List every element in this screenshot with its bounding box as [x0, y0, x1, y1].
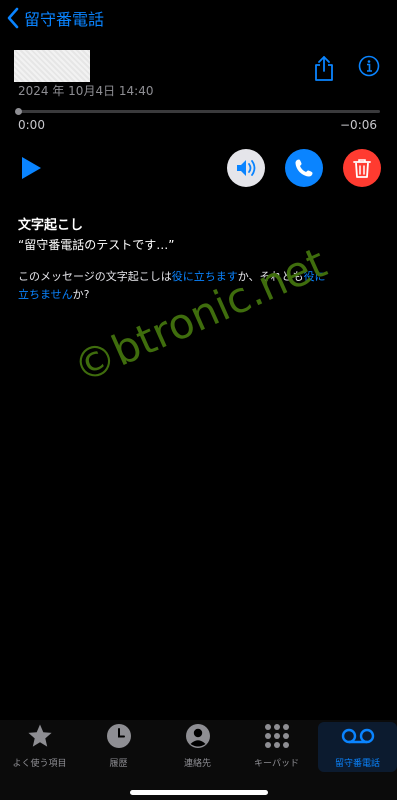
voicemail-icon — [341, 728, 374, 744]
elapsed-time: 0:00 — [18, 118, 45, 132]
tab-voicemail-label: 留守番電話 — [334, 759, 380, 769]
person-circle-icon — [185, 724, 210, 748]
feedback-prefix: このメッセージの文字起こしは — [18, 270, 172, 283]
tab-favorites-label: よく使う項目 — [12, 759, 67, 769]
chevron-left-icon — [7, 7, 19, 29]
voicemail-datetime: 2024 年 10月4日 14:40 — [18, 84, 154, 98]
back-button[interactable]: 留守番電話 — [6, 6, 104, 30]
play-icon — [22, 157, 41, 179]
tab-contacts-label: 連絡先 — [183, 759, 211, 769]
trash-icon — [353, 159, 371, 178]
home-indicator — [130, 790, 268, 795]
tab-keypad[interactable]: キーパッド — [237, 722, 316, 772]
info-icon[interactable] — [358, 55, 380, 77]
clock-icon — [106, 724, 131, 748]
delete-button[interactable] — [343, 149, 381, 187]
tab-voicemail[interactable]: 留守番電話 — [318, 722, 397, 772]
play-button[interactable] — [20, 156, 42, 180]
feedback-suffix: か? — [72, 288, 90, 301]
back-label: 留守番電話 — [24, 10, 105, 29]
speaker-icon — [237, 160, 256, 176]
transcript-title: 文字起こし — [18, 218, 84, 233]
tab-recents[interactable]: 履歴 — [79, 722, 158, 772]
tab-contacts[interactable]: 連絡先 — [158, 722, 237, 772]
share-icon[interactable] — [312, 54, 336, 82]
phone-icon — [295, 159, 313, 177]
playback-scrubber[interactable] — [17, 110, 380, 113]
tab-recents-label: 履歴 — [109, 759, 128, 769]
remaining-time: −0:06 — [340, 118, 378, 132]
tab-favorites[interactable]: よく使う項目 — [0, 722, 79, 772]
star-icon — [27, 724, 52, 747]
keypad-icon — [264, 724, 289, 748]
feedback-not-helpful-link-part2[interactable]: 立ちません — [18, 288, 73, 301]
caller-name-redacted — [14, 50, 90, 82]
speaker-button[interactable] — [227, 149, 265, 187]
watermark: ©btronic.net — [66, 237, 334, 393]
transcript-text: “留守番電話のテストです…” — [18, 238, 175, 252]
call-back-button[interactable] — [285, 149, 323, 187]
tab-keypad-label: キーパッド — [254, 759, 299, 769]
scrubber-knob[interactable] — [15, 108, 22, 115]
